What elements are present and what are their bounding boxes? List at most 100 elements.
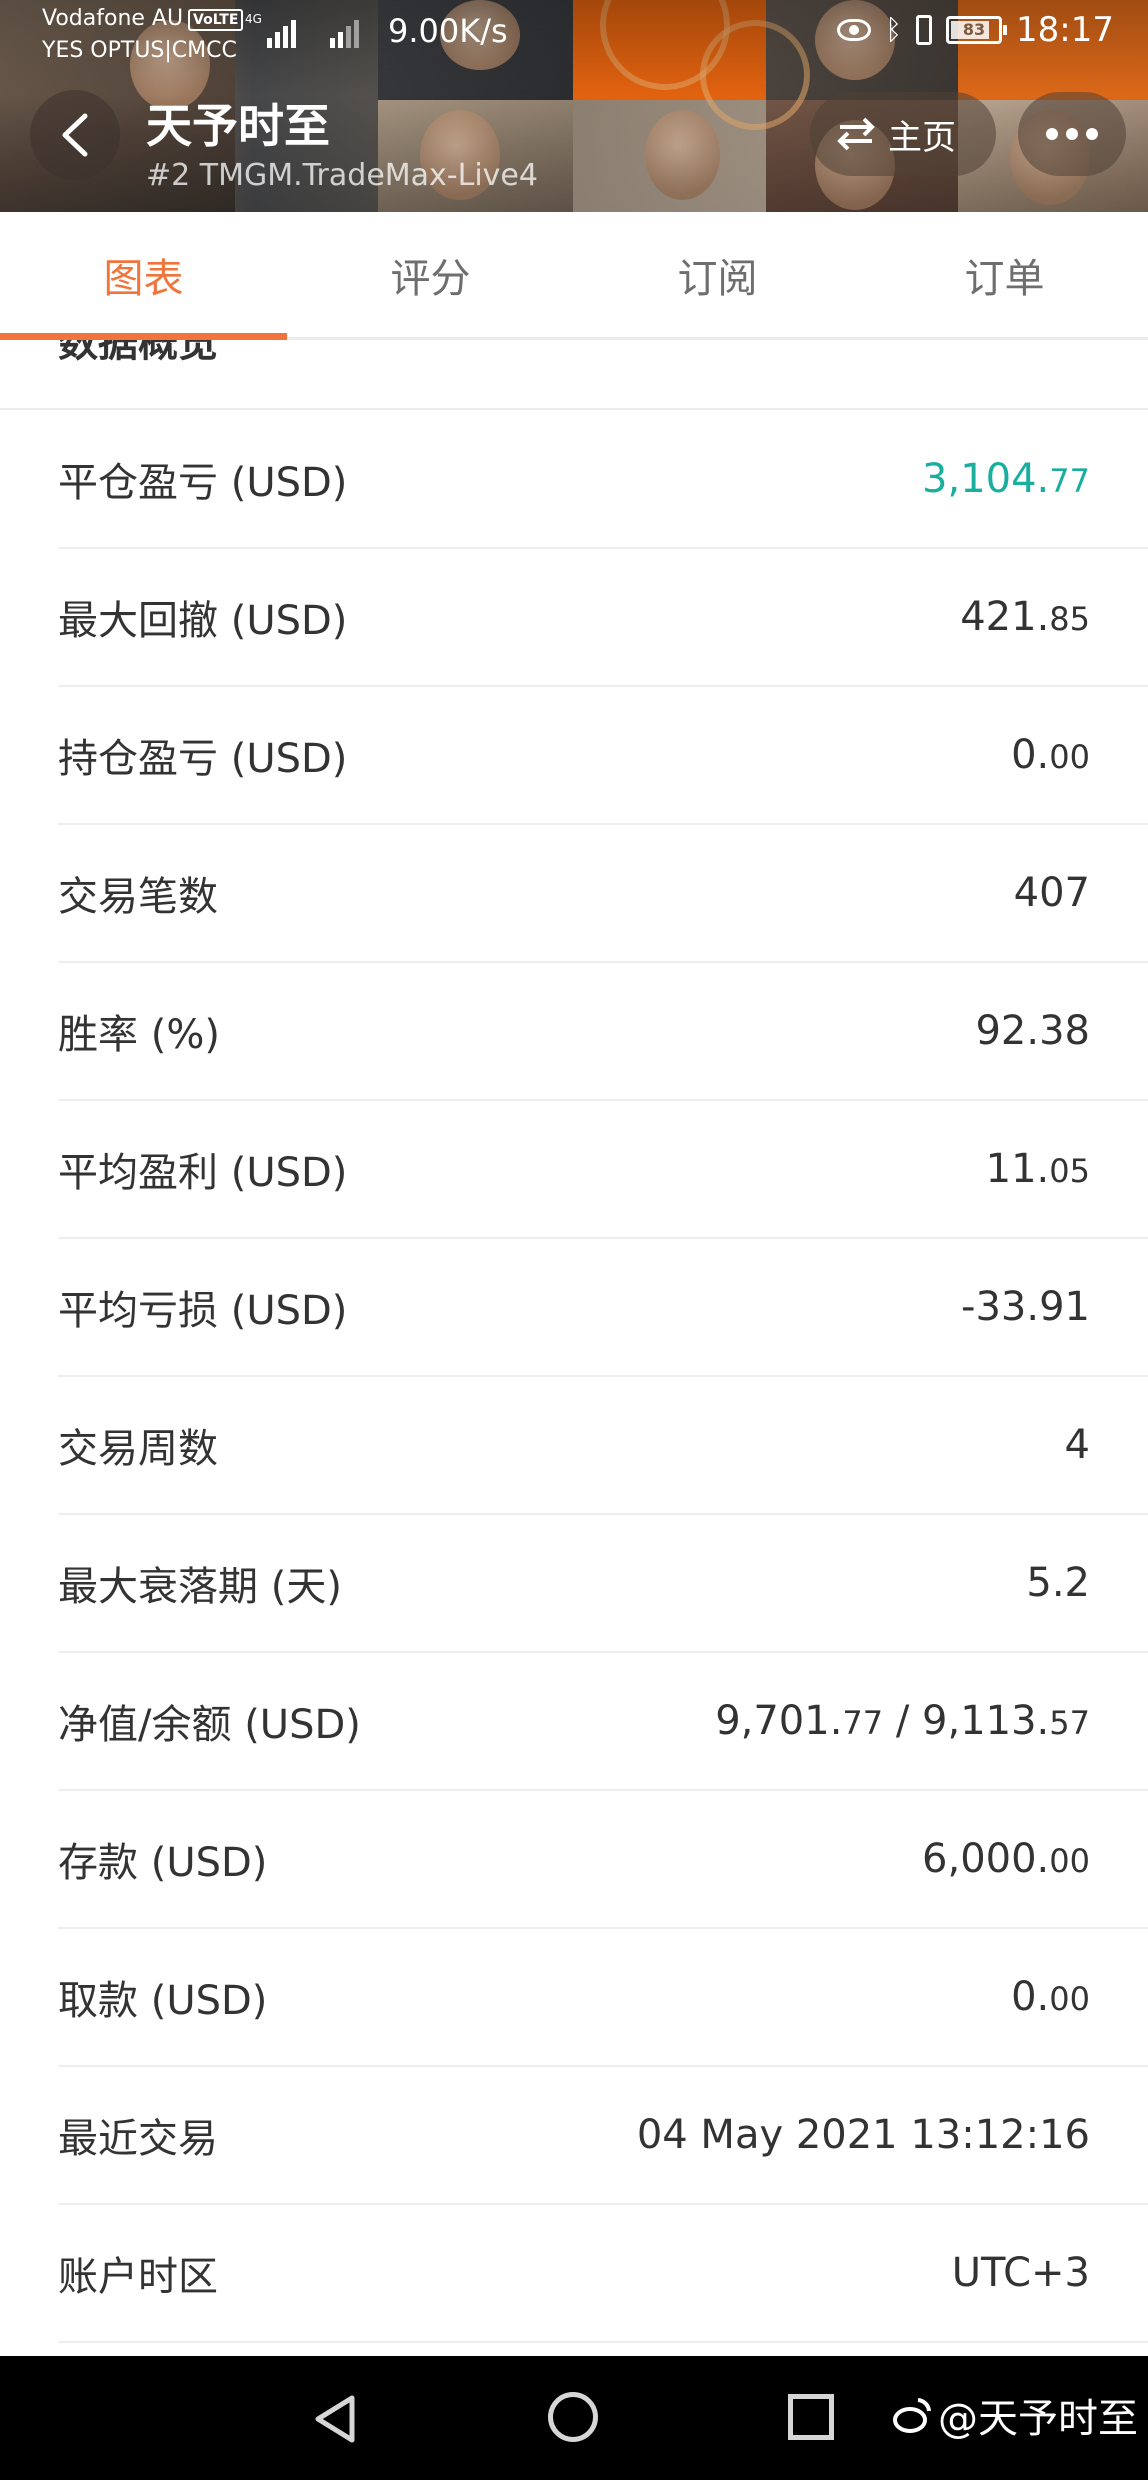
stat-value: 3,104.77 [922,456,1090,502]
battery-level: 83 [962,20,986,39]
stat-value-secondary: / 9,113. [883,1698,1050,1744]
stat-label: 存款 (USD) [58,1840,268,1886]
stat-value-main: 421. [960,594,1050,640]
switch-icon [837,117,875,151]
stat-label: 净值/余额 (USD) [58,1702,361,1748]
eye-icon [837,19,872,41]
carrier-secondary: YES OPTUS|CMCC [42,38,237,63]
stat-label: 最大回撤 (USD) [58,598,348,644]
stat-value-main: 407 [1013,870,1090,916]
tab-chart[interactable]: 图表 [0,212,287,340]
stat-value: 9,701.77 / 9,113.57 [715,1698,1090,1744]
stat-value: 5.2 [1026,1560,1090,1606]
stat-row: 交易周数 4 [58,1377,1148,1515]
back-icon [62,113,88,157]
status-bar: Vodafone AU YES OPTUS|CMCC VoLTE 4G 9.00… [0,0,1148,70]
stat-value: 421.85 [960,594,1090,640]
stat-value-main: 5.2 [1026,1560,1090,1606]
status-icons: ᛒ 83 18:17 [837,10,1114,50]
stats-list: 平仓盈亏 (USD) 3,104.77 最大回撤 (USD) 421.85 持仓盈亏 (… [0,411,1148,2343]
stat-value: 92.38 [975,1008,1090,1054]
page-title: 天予时至 [146,99,330,153]
weibo-logo-icon [893,2398,931,2433]
clock: 18:17 [1016,10,1114,50]
stat-row: 平仓盈亏 (USD) 3,104.77 [58,411,1148,549]
stat-row: 账户时区 UTC+3 [58,2205,1148,2343]
battery-icon: 83 [946,16,1008,44]
stat-label: 交易笔数 [58,874,218,920]
stat-value: 04 May 2021 13:12:16 [637,2112,1090,2158]
stat-row: 最大回撤 (USD) 421.85 [58,549,1148,687]
stat-value: 0.00 [1011,1974,1090,2020]
tab-subscribe[interactable]: 订阅 [574,212,861,337]
signal-strength-icon [330,12,359,48]
stat-label: 最大衰落期 (天) [58,1564,342,1610]
network-type-label: 4G [245,12,262,26]
stat-row: 胜率 (%) 92.38 [58,963,1148,1101]
stat-label: 取款 (USD) [58,1978,268,2024]
tab-bar: 图表 评分 订阅 订单 [0,212,1148,340]
stat-value-decimals: 77 [842,1704,884,1742]
stat-value: 0.00 [1011,732,1090,778]
home-button[interactable]: 主页 [810,92,996,176]
stat-row: 平均盈利 (USD) 11.05 [58,1101,1148,1239]
stat-label: 最近交易 [58,2116,218,2162]
stat-value: 407 [1014,870,1090,916]
signal-strength-icon: 4G [245,12,296,48]
stat-value-main: 04 May 2021 13:12:16 [636,2112,1090,2158]
section-header: 数据概览 [0,340,1148,410]
nav-recents-icon[interactable] [788,2394,834,2440]
stat-label: 胜率 (%) [58,1012,220,1058]
home-button-label: 主页 [888,117,956,158]
stat-value-main: 92.38 [975,1008,1090,1054]
stat-value-main: 4 [1064,1422,1090,1468]
stat-label: 平均亏损 (USD) [58,1288,348,1334]
stat-value-decimals: 00 [1049,738,1090,776]
bluetooth-icon: ᛒ [885,13,903,46]
stat-value-main: -33.91 [961,1284,1090,1330]
stat-value: 6,000.00 [922,1836,1090,1882]
back-button[interactable] [30,90,120,180]
network-speed: 9.00K/s [388,12,508,50]
more-icon [1046,128,1098,140]
stat-row: 最近交易 04 May 2021 13:12:16 [58,2067,1148,2205]
vibrate-icon [916,15,933,45]
stat-row: 存款 (USD) 6,000.00 [58,1791,1148,1929]
nav-back-icon[interactable] [312,2394,356,2444]
stat-value-main: 3,104. [922,456,1050,502]
stat-row: 持仓盈亏 (USD) 0.00 [58,687,1148,825]
system-nav-bar: @天予时至 [0,2356,1148,2480]
stat-label: 交易周数 [58,1426,218,1472]
stat-value-decimals: 00 [1049,1980,1090,2018]
stat-value-main: UTC+3 [951,2250,1090,2296]
stat-label: 账户时区 [58,2254,218,2300]
stat-value-main: 0. [1011,732,1050,778]
stat-row: 平均亏损 (USD) -33.91 [58,1239,1148,1377]
stat-row: 净值/余额 (USD) 9,701.77 / 9,113.57 [58,1653,1148,1791]
stat-label: 平均盈利 (USD) [58,1150,348,1196]
stat-label: 持仓盈亏 (USD) [58,736,348,782]
more-button[interactable] [1018,92,1126,176]
stat-value-main: 6,000. [922,1836,1050,1882]
tab-rating[interactable]: 评分 [287,212,574,337]
account-subtitle: #2 TMGM.TradeMax-Live4 [146,158,538,193]
section-title: 数据概览 [58,340,218,366]
watermark: @天予时至 [892,2386,1138,2444]
volte-badge: VoLTE [188,9,244,31]
stat-row: 取款 (USD) 0.00 [58,1929,1148,2067]
stat-value-decimals: 85 [1049,600,1090,638]
stat-value-main: 11. [985,1146,1050,1192]
tab-orders[interactable]: 订单 [861,212,1148,337]
stat-value-main: 0. [1011,1974,1050,2020]
stat-value-decimals: 05 [1049,1152,1090,1190]
stat-value: -33.91 [961,1284,1090,1330]
stat-value-decimals: 77 [1049,462,1090,500]
nav-home-icon[interactable] [548,2392,598,2442]
stats-content[interactable]: 数据概览 平仓盈亏 (USD) 3,104.77 最大回撤 (USD) 421.85 持… [0,340,1148,2356]
stat-value-main: 9,701. [715,1698,843,1744]
stat-row: 最大衰落期 (天) 5.2 [58,1515,1148,1653]
stat-value-decimals: 57 [1049,1704,1090,1742]
stat-row: 交易笔数 407 [58,825,1148,963]
carrier-primary: Vodafone AU [42,6,184,31]
stat-label: 平仓盈亏 (USD) [58,460,348,506]
